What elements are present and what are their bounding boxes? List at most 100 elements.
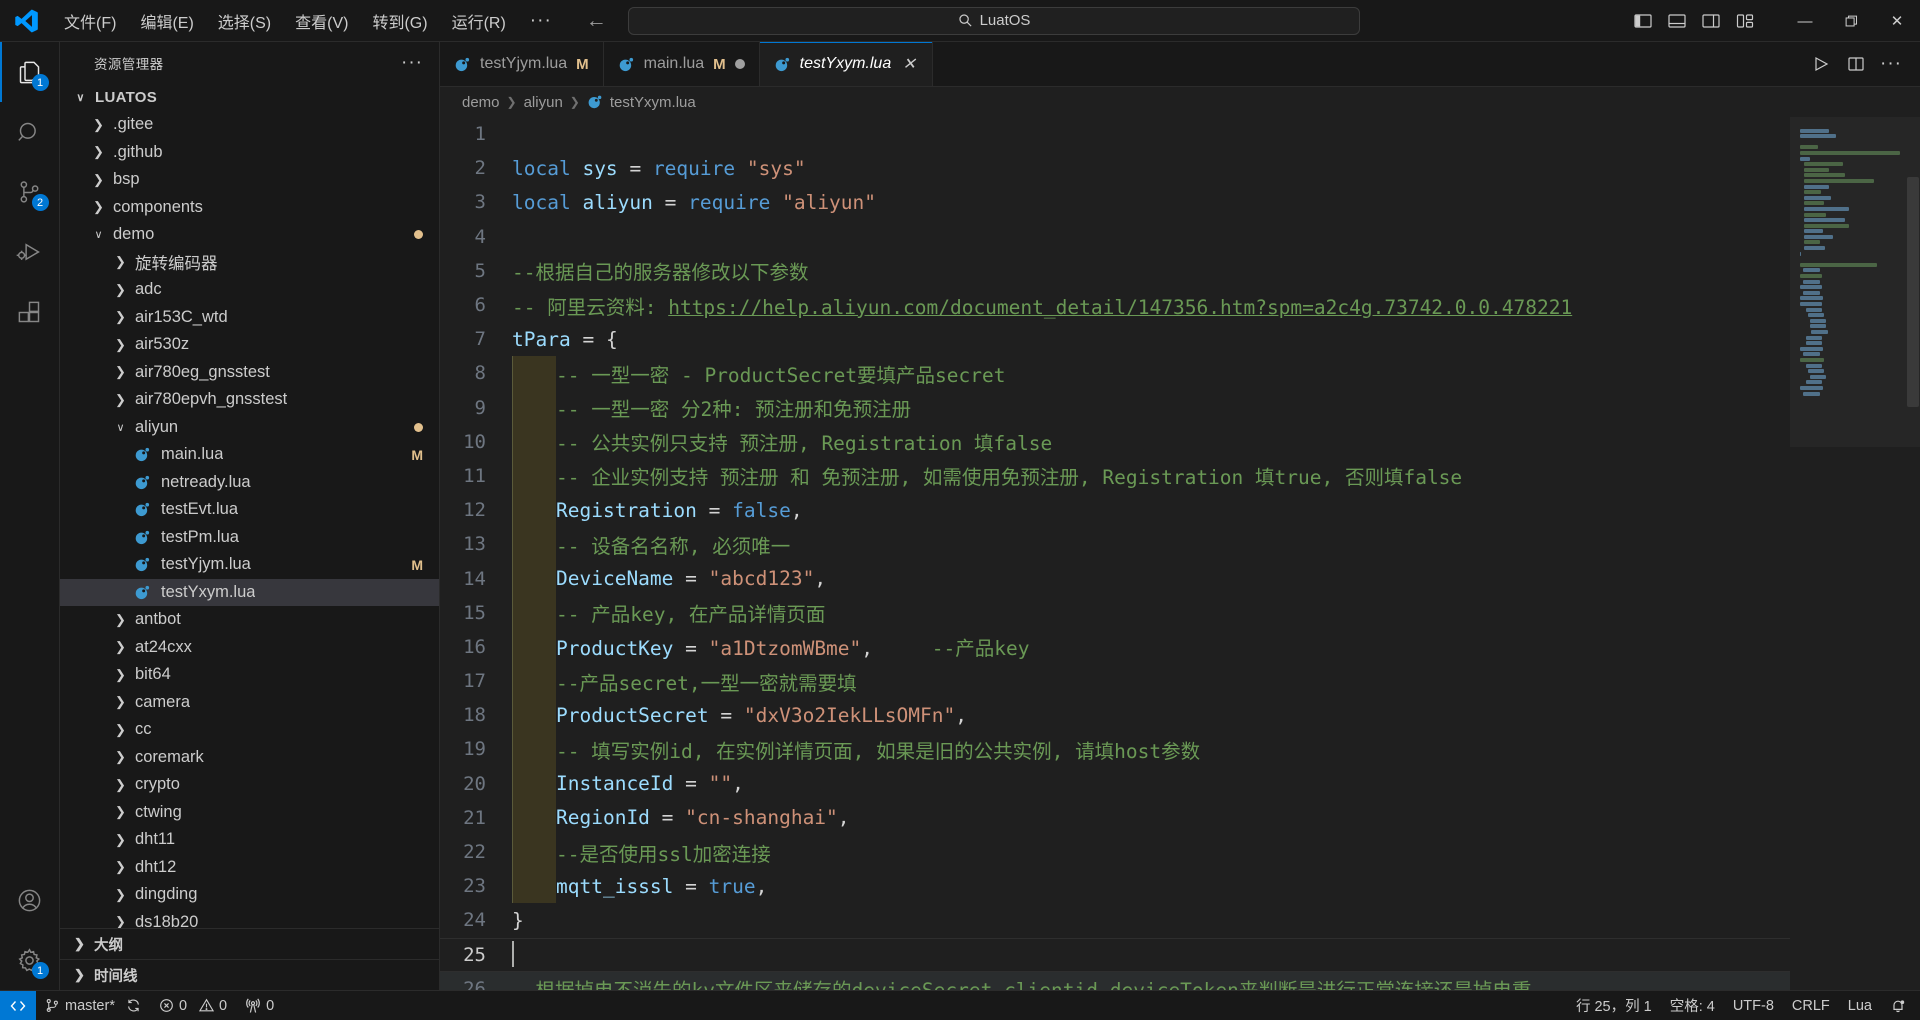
toggle-panel-icon[interactable]	[1662, 6, 1692, 36]
status-problems[interactable]: 0 0	[150, 991, 236, 1020]
tree-item-testYjym.lua[interactable]: testYjym.lua M	[60, 551, 439, 579]
status-eol[interactable]: CRLF	[1783, 991, 1839, 1020]
tree-item-camera[interactable]: ❯ camera	[60, 689, 439, 717]
editor-tab-testYxymlua[interactable]: testYxym.lua ✕	[759, 42, 934, 86]
code-line[interactable]: 20 InstanceId = "",	[440, 766, 1790, 801]
tree-item-dingding[interactable]: ❯ dingding	[60, 881, 439, 909]
chevron-right-icon[interactable]: ❯	[90, 199, 107, 215]
tree-item-LUATOS[interactable]: ∨ LUATOS	[60, 84, 439, 112]
minimap[interactable]	[1790, 117, 1920, 990]
chevron-right-icon[interactable]: ❯	[112, 364, 129, 380]
code-line[interactable]: 8 -- 一型一密 - ProductSecret要填产品secret	[440, 356, 1790, 391]
tree-item-netready.lua[interactable]: netready.lua	[60, 469, 439, 497]
status-cursor-position[interactable]: 行 25，列 1	[1567, 991, 1661, 1020]
chevron-right-icon[interactable]: ❯	[112, 612, 129, 628]
code-line[interactable]: 19 -- 填写实例id, 在实例详情页面, 如果是旧的公共实例, 请填host参…	[440, 732, 1790, 767]
window-close-button[interactable]: ✕	[1874, 0, 1920, 42]
quick-input-search-box[interactable]: LuatOS	[628, 6, 1360, 35]
toggle-primary-sidebar-icon[interactable]	[1628, 6, 1658, 36]
code-line[interactable]: 18 ProductSecret = "dxV3o2IekLLsOMFn",	[440, 698, 1790, 733]
code-line[interactable]: 3 local aliyun = require "aliyun"	[440, 185, 1790, 219]
breadcrumb-item-file[interactable]: testYxym.lua	[587, 94, 696, 111]
code-line[interactable]: 13 -- 设备名名称, 必须唯一	[440, 527, 1790, 562]
tree-item-aliyun[interactable]: ∨ aliyun	[60, 414, 439, 442]
menu-file[interactable]: 文件(F)	[52, 0, 128, 41]
tree-item-coremark[interactable]: ❯ coremark	[60, 744, 439, 772]
code-scroll-region[interactable]: 1 2 local sys = require "sys" 3 local aliyun…	[440, 117, 1790, 990]
menu-edit[interactable]: 编辑(E)	[128, 0, 205, 41]
chevron-right-icon[interactable]: ❯	[112, 337, 129, 353]
tree-item-bit64[interactable]: ❯ bit64	[60, 661, 439, 689]
menu-run[interactable]: 运行(R)	[440, 0, 518, 41]
chevron-right-icon[interactable]: ❯	[112, 832, 129, 848]
tree-item-air780epvh_gnsstest[interactable]: ❯ air780epvh_gnsstest	[60, 386, 439, 414]
code-line[interactable]: 15 -- 产品key, 在产品详情页面	[440, 595, 1790, 630]
tree-item-demo[interactable]: ∨ demo	[60, 221, 439, 249]
tree-item-components[interactable]: ❯ components	[60, 194, 439, 222]
tree-item-air780eg_gnsstest[interactable]: ❯ air780eg_gnsstest	[60, 359, 439, 387]
editor-vertical-scrollbar[interactable]	[1906, 117, 1920, 990]
tab-dirty-indicator[interactable]	[734, 59, 745, 69]
more-actions-icon[interactable]: ···	[401, 52, 423, 74]
tree-item-dht11[interactable]: ❯ dht11	[60, 826, 439, 854]
chevron-right-icon[interactable]: ❯	[112, 639, 129, 655]
section-timeline[interactable]: ❯ 时间线	[60, 959, 439, 990]
activity-item-search[interactable]	[0, 102, 60, 162]
code-line[interactable]: 6 -- 阿里云资料: https://help.aliyun.com/docum…	[440, 288, 1790, 322]
ellipsis-icon[interactable]: ···	[1876, 49, 1906, 79]
code-line[interactable]: 1	[440, 117, 1790, 151]
chevron-right-icon[interactable]: ❯	[112, 914, 129, 928]
code-line[interactable]: 7 tPara = {	[440, 322, 1790, 356]
code-line[interactable]: 25	[440, 937, 1790, 972]
activity-item-manage[interactable]: 1	[0, 930, 60, 990]
chevron-right-icon[interactable]: ❯	[112, 392, 129, 408]
chevron-right-icon[interactable]: ❯	[112, 804, 129, 820]
arrow-left-icon[interactable]: ←	[586, 9, 607, 33]
code-line[interactable]: 14 DeviceName = "abcd123",	[440, 561, 1790, 596]
code-line[interactable]: 2 local sys = require "sys"	[440, 151, 1790, 185]
tree-item-main.lua[interactable]: main.lua M	[60, 441, 439, 469]
status-language-mode[interactable]: Lua	[1839, 991, 1881, 1020]
chevron-right-icon[interactable]: ❯	[112, 309, 129, 325]
activity-item-explorer[interactable]: 1	[0, 42, 60, 102]
editor-tab-testYjymlua[interactable]: testYjym.lua M	[440, 42, 604, 86]
menu-go[interactable]: 转到(G)	[360, 0, 439, 41]
chevron-right-icon[interactable]: ❯	[90, 172, 107, 188]
editor-tab-mainlua[interactable]: main.lua M	[603, 42, 760, 86]
customize-layout-icon[interactable]	[1730, 6, 1760, 36]
code-line[interactable]: 16 ProductKey = "a1DtzomWBme", --产品key	[440, 629, 1790, 664]
menu-more-button[interactable]: ···	[518, 0, 564, 41]
scrollbar-thumb[interactable]	[1907, 177, 1919, 407]
code-line[interactable]: 12 Registration = false,	[440, 493, 1790, 528]
menu-selection[interactable]: 选择(S)	[206, 0, 283, 41]
split-editor-icon[interactable]	[1841, 49, 1871, 79]
code-line[interactable]: 21 RegionId = "cn-shanghai",	[440, 800, 1790, 835]
tree-item-.github[interactable]: ❯ .github	[60, 139, 439, 167]
code-line[interactable]: 11 -- 企业实例支持 预注册 和 免预注册, 如需使用免预注册, Regist…	[440, 458, 1790, 494]
tree-item-air153C_wtd[interactable]: ❯ air153C_wtd	[60, 304, 439, 332]
chevron-right-icon[interactable]: ❯	[112, 887, 129, 903]
tree-item-antbot[interactable]: ❯ antbot	[60, 606, 439, 634]
status-encoding[interactable]: UTF-8	[1724, 991, 1783, 1020]
chevron-right-icon[interactable]: ❯	[112, 749, 129, 765]
chevron-right-icon[interactable]: ❯	[112, 254, 129, 270]
activity-item-run-and-debug[interactable]	[0, 222, 60, 282]
section-outline[interactable]: ❯ 大纲	[60, 928, 439, 959]
chevron-right-icon[interactable]: ❯	[112, 859, 129, 875]
chevron-down-icon[interactable]: ∨	[90, 228, 107, 241]
code-line[interactable]: 22 --是否使用ssl加密连接	[440, 834, 1790, 870]
chevron-right-icon[interactable]: ❯	[112, 694, 129, 710]
activity-item-extensions[interactable]	[0, 282, 60, 342]
play-icon[interactable]	[1806, 49, 1836, 79]
tree-item-air530z[interactable]: ❯ air530z	[60, 331, 439, 359]
code-line[interactable]: 17 --产品secret,一型一密就需要填	[440, 664, 1790, 699]
toggle-secondary-sidebar-icon[interactable]	[1696, 6, 1726, 36]
tree-item-[interactable]: ❯ 旋转编码器	[60, 249, 439, 277]
code-lines[interactable]: 1 2 local sys = require "sys" 3 local aliyun…	[440, 117, 1790, 990]
tree-item-cc[interactable]: ❯ cc	[60, 716, 439, 744]
activity-item-accounts[interactable]	[0, 870, 60, 930]
status-ports[interactable]: 0	[236, 991, 283, 1020]
menu-view[interactable]: 查看(V)	[283, 0, 360, 41]
status-remote-indicator[interactable]	[0, 990, 36, 1020]
breadcrumb-item-aliyun[interactable]: aliyun	[524, 94, 563, 111]
